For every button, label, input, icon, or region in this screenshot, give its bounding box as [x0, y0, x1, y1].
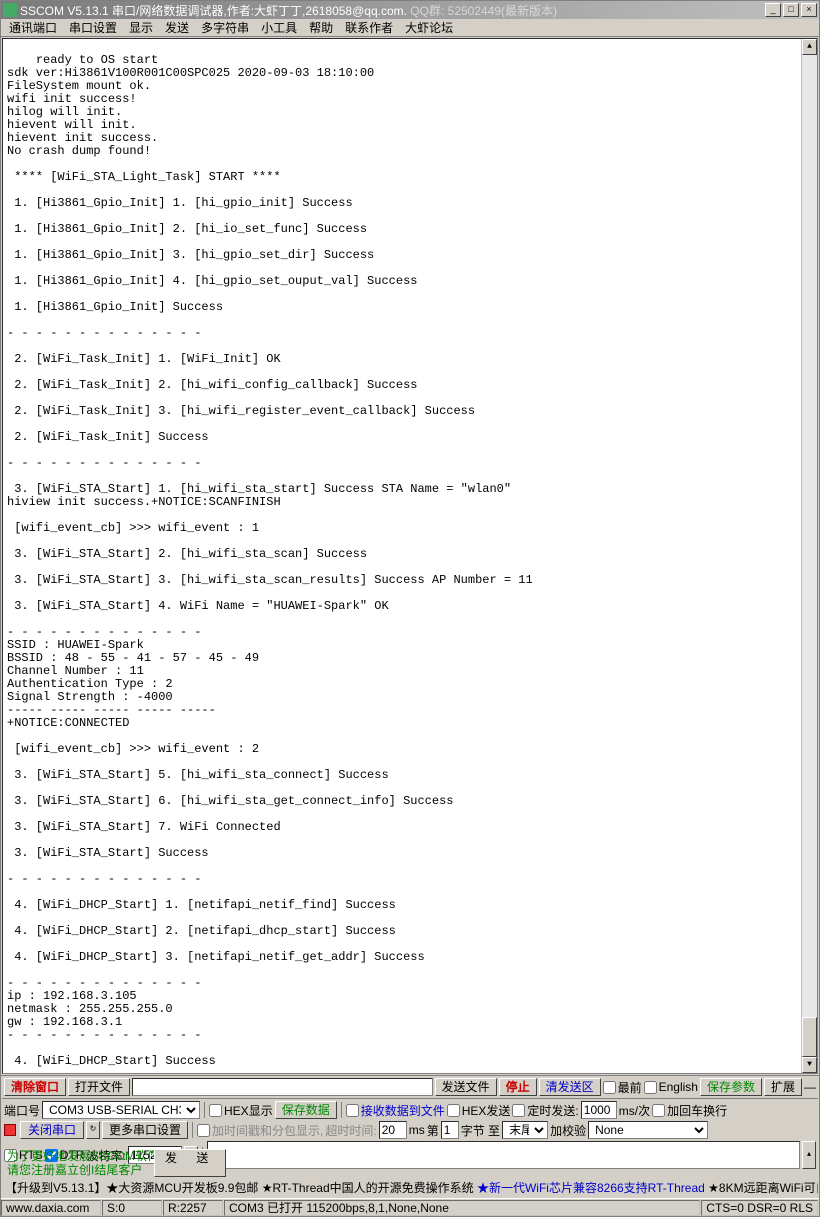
- bytes-to-label: 字节 至: [461, 1122, 500, 1139]
- promo-link-1[interactable]: ★大资源MCU开发板9.9包邮: [106, 1179, 258, 1196]
- hex-display-label: HEX显示: [224, 1102, 273, 1119]
- open-file-button[interactable]: 打开文件: [68, 1078, 130, 1096]
- stop-button[interactable]: 停止: [499, 1078, 537, 1096]
- topmost-checkbox[interactable]: [603, 1081, 616, 1094]
- menu-port[interactable]: 通讯端口: [3, 19, 63, 36]
- menu-serial-settings[interactable]: 串口设置: [63, 19, 123, 36]
- send-textarea[interactable]: [207, 1141, 800, 1169]
- recv-to-file-checkbox[interactable]: [346, 1104, 359, 1117]
- scroll-up-icon[interactable]: ▲: [802, 39, 817, 55]
- hex-send-checkbox[interactable]: [447, 1104, 460, 1117]
- english-checkbox[interactable]: [644, 1081, 657, 1094]
- maximize-button[interactable]: □: [783, 3, 799, 17]
- timed-send-checkbox[interactable]: [512, 1104, 525, 1117]
- scroll-thumb[interactable]: [802, 1017, 817, 1057]
- status-port: COM3 已打开 115200bps,8,1,None,None: [224, 1200, 700, 1216]
- interval-unit-label: ms/次: [619, 1102, 650, 1119]
- timestamp-label: 加时间戳和分包显示,: [212, 1122, 323, 1139]
- menu-multistring[interactable]: 多字符串: [195, 19, 255, 36]
- titlebar: SSCOM V5.13.1 串口/网络数据调试器,作者:大虾丁丁,2618058…: [1, 1, 819, 19]
- byte-start-input[interactable]: [441, 1121, 459, 1139]
- clear-send-button[interactable]: 清发送区: [539, 1078, 601, 1096]
- promo-line-2: 请您注册嘉立创I结尾客户: [4, 1163, 152, 1177]
- menu-contact[interactable]: 联系作者: [339, 19, 399, 36]
- statusbar: www.daxia.com S:0 R:2257 COM3 已打开 115200…: [1, 1198, 819, 1216]
- save-params-button[interactable]: 保存参数: [700, 1078, 762, 1096]
- hex-display-checkbox[interactable]: [209, 1104, 222, 1117]
- save-data-button[interactable]: 保存数据: [275, 1101, 337, 1119]
- ms-label: ms: [409, 1123, 425, 1137]
- upgrade-link[interactable]: 【升级到V5.13.1】: [5, 1179, 106, 1196]
- menu-tools[interactable]: 小工具: [255, 19, 303, 36]
- expand-arrow-icon: —: [804, 1080, 816, 1094]
- more-settings-button[interactable]: 更多串口设置: [102, 1121, 188, 1139]
- clear-window-button[interactable]: 清除窗口: [4, 1078, 66, 1096]
- promo-link-4[interactable]: ★8KM远距离WiFi可自组网: [708, 1179, 818, 1196]
- bytes-no-label: 第: [427, 1122, 439, 1139]
- terminal-text: ready to OS start sdk ver:Hi3861V100R001…: [7, 53, 533, 1074]
- hex-send-label: HEX发送: [462, 1102, 511, 1119]
- send-button[interactable]: 发 送: [154, 1149, 226, 1177]
- checksum-label: 加校验: [550, 1122, 586, 1139]
- control-panel: 清除窗口 打开文件 发送文件 停止 清发送区 最前 English 保存参数 扩…: [1, 1075, 819, 1198]
- links-row: 【升级到V5.13.1】 ★大资源MCU开发板9.9包邮 ★RT-Thread中…: [2, 1178, 818, 1197]
- window-title: SSCOM V5.13.1 串口/网络数据调试器,作者:大虾丁丁,2618058…: [20, 2, 765, 19]
- send-scroll-up-icon[interactable]: ▴: [802, 1141, 816, 1169]
- port-select[interactable]: COM3 USB-SERIAL CH340: [42, 1101, 200, 1119]
- port-status-icon: [4, 1124, 16, 1136]
- close-port-button[interactable]: 关闭串口: [20, 1121, 84, 1139]
- add-crlf-label: 加回车换行: [667, 1102, 727, 1119]
- interval-input[interactable]: [581, 1101, 617, 1119]
- promo-link-3[interactable]: ★新一代WiFi芯片兼容8266支持RT-Thread: [477, 1179, 705, 1196]
- add-crlf-checkbox[interactable]: [652, 1104, 665, 1117]
- port-label: 端口号: [4, 1102, 40, 1119]
- menubar: 通讯端口 串口设置 显示 发送 多字符串 小工具 帮助 联系作者 大虾论坛: [1, 19, 819, 37]
- app-icon: [3, 3, 17, 17]
- scroll-down-icon[interactable]: ▼: [802, 1057, 817, 1073]
- checksum-select[interactable]: None: [588, 1121, 708, 1139]
- file-path-input[interactable]: [132, 1078, 433, 1096]
- port-refresh-icon[interactable]: ↻: [86, 1121, 100, 1139]
- english-label: English: [659, 1080, 698, 1094]
- send-file-button[interactable]: 发送文件: [435, 1078, 497, 1096]
- status-sent: S:0: [102, 1200, 162, 1216]
- recv-to-file-label: 接收数据到文件: [361, 1102, 445, 1119]
- timed-send-label: 定时发送:: [527, 1102, 578, 1119]
- vertical-scrollbar[interactable]: ▲ ▼: [801, 39, 817, 1073]
- menu-help[interactable]: 帮助: [303, 19, 339, 36]
- status-site: www.daxia.com: [1, 1200, 101, 1216]
- menu-send[interactable]: 发送: [159, 19, 195, 36]
- terminal-output[interactable]: ready to OS start sdk ver:Hi3861V100R001…: [2, 38, 818, 1074]
- menu-forum[interactable]: 大虾论坛: [399, 19, 459, 36]
- close-button[interactable]: ×: [801, 3, 817, 17]
- expand-button[interactable]: 扩展: [764, 1078, 802, 1096]
- menu-display[interactable]: 显示: [123, 19, 159, 36]
- promo-line-1: 为了更好地发展SSCOM软件: [4, 1149, 152, 1163]
- minimize-button[interactable]: _: [765, 3, 781, 17]
- topmost-label: 最前: [618, 1079, 642, 1096]
- timeout-input[interactable]: [379, 1121, 407, 1139]
- byte-end-select[interactable]: 末尾: [502, 1121, 548, 1139]
- status-signals: CTS=0 DSR=0 RLS: [701, 1200, 818, 1216]
- promo-link-2[interactable]: ★RT-Thread中国人的开源免费操作系统: [262, 1179, 474, 1196]
- timestamp-checkbox[interactable]: [197, 1124, 210, 1137]
- timeout-label: 超时时间:: [325, 1122, 376, 1139]
- status-recv: R:2257: [163, 1200, 223, 1216]
